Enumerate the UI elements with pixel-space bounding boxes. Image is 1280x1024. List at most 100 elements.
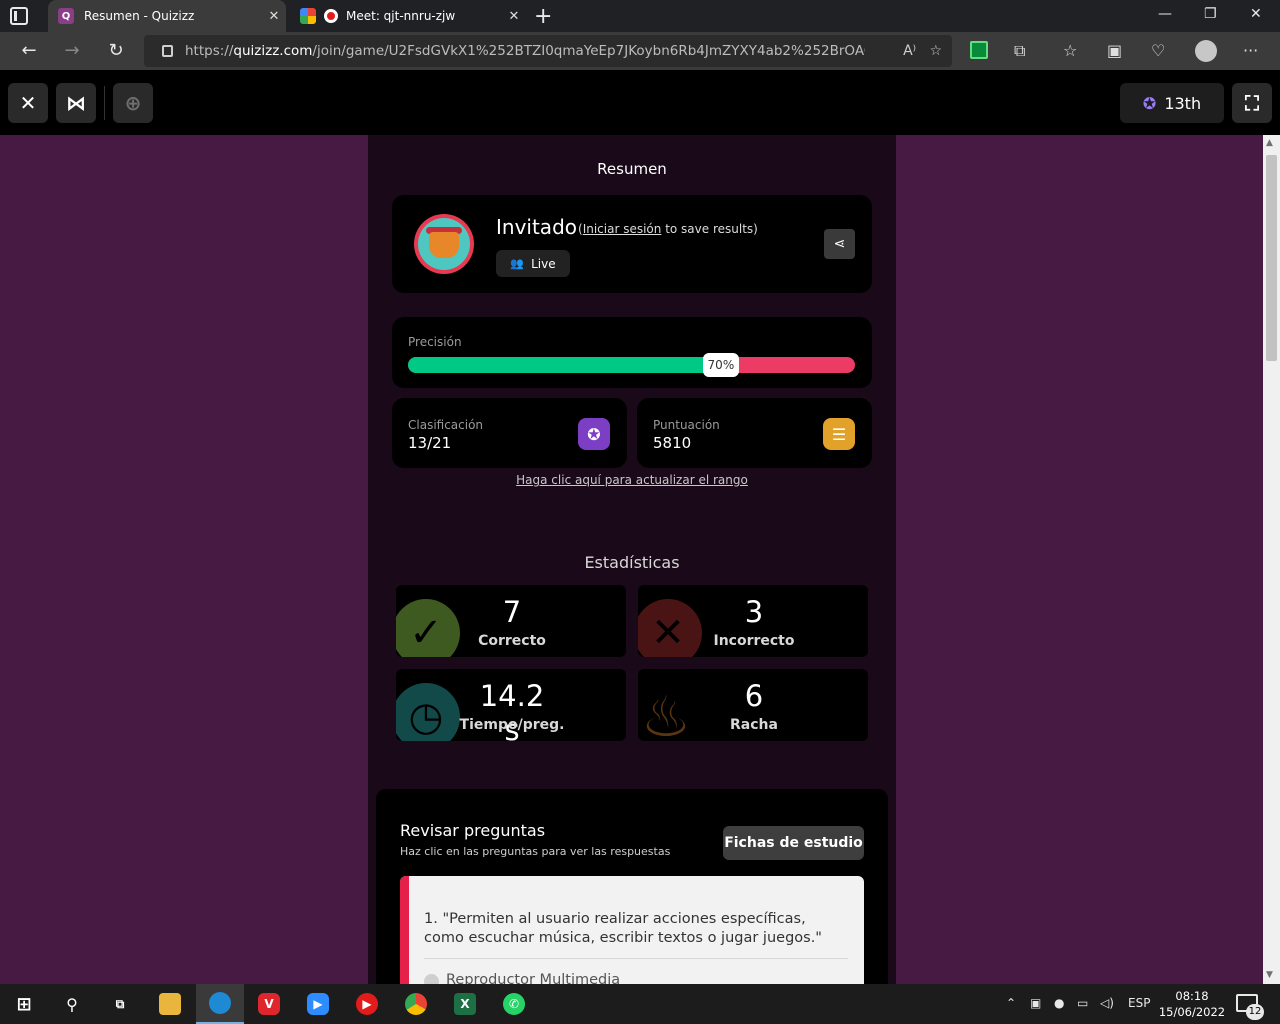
extensions-icon[interactable]: ⧉ [1014,41,1025,61]
login-link[interactable]: Iniciar sesión [583,222,662,236]
score-value: 5810 [653,434,692,452]
review-title: Revisar preguntas [400,821,546,840]
divider [104,86,105,120]
search-button[interactable]: ⚲ [48,984,96,1024]
accuracy-card: Precisión 70% [392,317,872,388]
group-icon: 👥 [510,257,525,270]
microphone-icon[interactable]: ● [1054,996,1064,1010]
recording-icon [324,9,338,23]
show-hidden-icons[interactable]: ⌃ [1006,996,1016,1010]
collections-icon[interactable]: ▣ [1107,41,1122,60]
rank-card: Clasificación 13/21 ✪ [392,398,627,468]
back-icon[interactable]: ← [18,40,40,61]
minimize-icon[interactable]: — [1158,6,1172,22]
tab-title: Resumen - Quizizz [84,9,195,23]
player-name: Invitado [496,215,577,239]
taskbar-edge[interactable] [196,984,244,1024]
stat-correct: ✓ 7 Correcto [396,585,626,657]
quizizz-favicon-icon: Q [58,8,74,24]
taskbar-file-explorer[interactable] [146,984,194,1024]
task-view-button[interactable]: ⧉ [96,984,144,1024]
stat-streak: ♨ 6 Racha [638,669,868,741]
extension-green-icon[interactable] [970,41,988,59]
url-field[interactable]: https://quizizz.com/join/game/U2FsdGVkX1… [144,35,952,67]
powerups-toggle-button[interactable]: ⋈ [56,83,96,123]
player-card: Invitado (Iniciar sesión to save results… [392,195,872,293]
stat-label: Tiempo/preg. [459,717,565,733]
update-rank-link[interactable]: Haga clic aquí para actualizar el rango [368,473,896,487]
stat-label: Correcto [478,633,546,649]
excel-icon: X [454,993,476,1015]
score-card: Puntuación 5810 ☰ [637,398,872,468]
flashcards-button[interactable]: Fichas de estudio [723,826,864,860]
media-player-icon: ▶ [356,993,378,1015]
stat-time-per-question: ◷ 14.2 s Tiempo/preg. [396,669,626,741]
edge-icon [209,992,231,1014]
medal-icon: ✪ [578,418,610,450]
scroll-up-icon[interactable]: ▲ [1266,138,1273,148]
forward-icon[interactable]: → [61,40,83,61]
close-tab-icon[interactable]: ✕ [502,9,526,24]
folder-icon [159,993,181,1015]
tab-actions-icon[interactable] [10,7,28,25]
score-label: Puntuación [653,418,720,432]
clock-time: 08:18 [1175,989,1209,1003]
volume-icon[interactable]: ◁) [1100,996,1114,1010]
network-icon[interactable]: ▭ [1077,996,1088,1010]
zoom-icon[interactable]: ⊕ [113,83,153,123]
taskbar-excel[interactable]: X [441,984,489,1024]
quizizz-app: ✕ ⋈ ⊕ ✪ 13th ⛶ Resumen Invitado (Iniciar… [0,70,1280,984]
scrollbar-thumb[interactable] [1266,155,1277,361]
favorites-icon[interactable]: ☆ [1063,41,1077,60]
taskbar-whatsapp[interactable]: ✆ [490,984,538,1024]
question-card[interactable]: 1. "Permiten al usuario realizar accione… [400,876,864,984]
summary-title: Resumen [597,160,667,178]
meet-camera-icon[interactable]: ▣ [1030,996,1041,1010]
review-questions-panel: Revisar preguntas Haz clic en las pregun… [376,789,888,984]
share-button[interactable]: ⋖ [824,229,855,259]
login-note: (Iniciar sesión to save results) [578,222,758,236]
option-radio [424,974,439,984]
browser-tab-bar: Q Resumen - Quizizz ✕ Meet: qjt-nnru-zjw… [0,0,1280,32]
clock[interactable]: 08:18 15/06/2022 [1158,988,1226,1020]
restore-icon[interactable]: ❐ [1204,6,1217,22]
new-tab-icon[interactable]: + [534,4,552,29]
stat-label: Incorrecto [713,633,795,649]
stats-title: Estadísticas [584,553,680,572]
profile-avatar[interactable] [1195,40,1217,62]
avatar [414,214,474,274]
vivaldi-icon: V [258,993,280,1015]
review-subtitle: Haz clic en las preguntas para ver las r… [400,845,671,858]
taskbar-vivaldi[interactable]: V [245,984,293,1024]
close-tab-icon[interactable]: ✕ [262,9,286,24]
tab-quizizz[interactable]: Q Resumen - Quizizz ✕ [48,0,286,32]
taskbar-zoom[interactable]: ▶ [294,984,342,1024]
summary-column: Resumen Invitado (Iniciar sesión to save… [368,135,896,984]
more-menu-icon[interactable]: ··· [1243,41,1258,60]
game-top-bar: ✕ ⋈ ⊕ ✪ 13th ⛶ [0,70,1280,135]
browser-essentials-icon[interactable]: ♡ [1151,41,1165,60]
game-mode-badge: 👥 Live [496,250,570,277]
clock-date: 15/06/2022 [1158,1005,1226,1019]
language-indicator[interactable]: ESP [1128,996,1150,1010]
reload-icon[interactable]: ↻ [105,40,127,61]
coins-icon: ☰ [823,418,855,450]
notifications-count: 12 [1246,1004,1264,1020]
address-bar-row: ← → ↻ https://quizizz.com/join/game/U2Fs… [0,32,1280,70]
tab-meet[interactable]: Meet: qjt-nnru-zjw ✕ [290,0,526,32]
accuracy-bar-fill [408,357,721,373]
accuracy-bar [408,357,855,373]
close-window-icon[interactable]: ✕ [1250,6,1262,22]
option-text: Reproductor Multimedia [446,972,621,984]
zoom-app-icon: ▶ [307,993,329,1015]
fullscreen-button[interactable]: ⛶ [1232,83,1272,123]
taskbar-media[interactable]: ▶ [343,984,391,1024]
scroll-down-icon[interactable]: ▼ [1266,970,1273,980]
stat-value: 6 [744,679,764,713]
question-text: 1. "Permiten al usuario realizar accione… [424,911,822,946]
exit-game-button[interactable]: ✕ [8,83,48,123]
read-aloud-and-favorite-icons[interactable]: A⁾ ☆ [903,43,942,59]
medal-icon: ✪ [1142,93,1157,113]
taskbar-chrome[interactable] [392,984,440,1024]
start-button[interactable]: ⊞ [0,984,48,1024]
